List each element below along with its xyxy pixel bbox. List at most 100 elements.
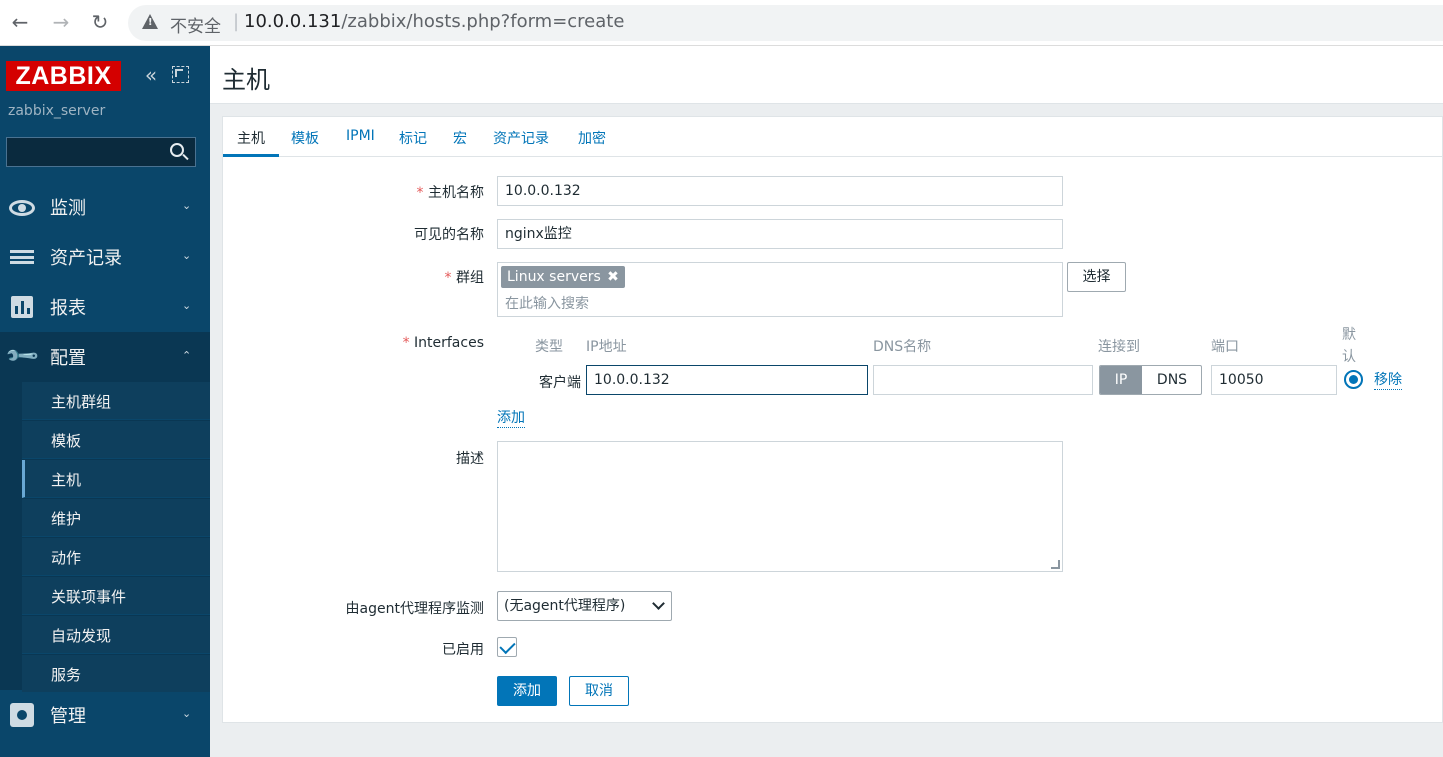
host-name-label: * 主机名称 bbox=[373, 182, 484, 202]
submenu-host-groups[interactable]: 主机群组 bbox=[22, 382, 210, 420]
list-icon bbox=[10, 250, 34, 264]
menu-monitoring[interactable]: 监测 ⌄ bbox=[0, 182, 210, 232]
submenu-discovery[interactable]: 自动发现 bbox=[22, 616, 210, 654]
default-interface-radio[interactable] bbox=[1344, 370, 1363, 389]
submenu-label: 服务 bbox=[51, 666, 82, 684]
remove-chip-icon[interactable]: ✖ bbox=[607, 266, 619, 288]
configuration-submenu: 主机群组 模板 主机 维护 动作 关联项事件 自动发现 服务 bbox=[0, 382, 210, 693]
chevron-down-icon: ⌄ bbox=[182, 199, 192, 212]
active-tab-indicator bbox=[223, 154, 279, 157]
iface-header-port: 端口 bbox=[1211, 339, 1239, 355]
menu-administration[interactable]: 管理 ⌄ bbox=[0, 690, 210, 740]
page-title: 主机 bbox=[222, 66, 270, 94]
tab-bar: 主机 模板 IPMI 标记 宏 资产记录 加密 bbox=[223, 117, 1443, 157]
warning-icon bbox=[142, 14, 158, 29]
select-groups-button[interactable]: 选择 bbox=[1067, 262, 1126, 292]
groups-search-input[interactable]: 在此输入搜索 bbox=[505, 293, 589, 313]
host-name-label-text: 主机名称 bbox=[428, 185, 484, 201]
groups-label-text: 群组 bbox=[456, 270, 484, 286]
chevron-up-icon: ⌃ bbox=[182, 349, 192, 362]
menu-configuration-label: 配置 bbox=[50, 348, 86, 369]
submenu-event-correlation[interactable]: 关联项事件 bbox=[22, 577, 210, 615]
submenu-hosts[interactable]: 主机 bbox=[22, 460, 210, 498]
server-name: zabbix_server bbox=[8, 103, 106, 119]
bar-chart-icon bbox=[11, 296, 33, 318]
groups-multiselect[interactable]: Linux servers ✖ 在此输入搜索 bbox=[497, 262, 1063, 317]
enabled-checkbox[interactable] bbox=[497, 637, 517, 657]
proxy-select[interactable]: (无agent代理程序) bbox=[497, 591, 672, 621]
sidebar: ZABBIX « zabbix_server 监测 ⌄ 资产记录 ⌄ 报表 ⌄ … bbox=[0, 46, 210, 757]
resize-grip-icon[interactable] bbox=[1051, 560, 1060, 569]
kiosk-mode-icon[interactable] bbox=[172, 66, 189, 83]
add-interface-link[interactable]: 添加 bbox=[497, 410, 525, 428]
gear-icon bbox=[10, 703, 34, 727]
iface-header-default-2: 认 bbox=[1342, 349, 1356, 365]
submenu-label: 自动发现 bbox=[51, 627, 112, 645]
proxy-select-value: (无agent代理程序) bbox=[504, 598, 626, 614]
tab-tags[interactable]: 标记 bbox=[399, 128, 427, 148]
required-mark: * bbox=[444, 270, 452, 286]
chevron-down-icon: ⌄ bbox=[182, 299, 192, 312]
tab-inventory[interactable]: 资产记录 bbox=[493, 128, 549, 148]
url-text[interactable]: 10.0.0.131/zabbix/hosts.php?form=create bbox=[244, 11, 624, 32]
url-path: /zabbix/hosts.php?form=create bbox=[341, 11, 625, 32]
description-label: 描述 bbox=[456, 451, 484, 467]
collapse-sidebar-icon[interactable]: « bbox=[140, 64, 162, 86]
chevron-down-icon: ⌄ bbox=[182, 249, 192, 262]
submenu-services[interactable]: 服务 bbox=[22, 655, 210, 693]
iface-type: 客户端 bbox=[539, 375, 581, 391]
chevron-down-icon: ⌄ bbox=[182, 707, 192, 720]
eye-icon bbox=[9, 200, 35, 216]
host-form-panel: 主机 模板 IPMI 标记 宏 资产记录 加密 * 主机名称 10.0.0.13… bbox=[222, 116, 1443, 723]
menu-inventory[interactable]: 资产记录 ⌄ bbox=[0, 232, 210, 282]
forward-arrow-icon[interactable]: → bbox=[47, 8, 75, 36]
search-icon[interactable] bbox=[170, 143, 184, 157]
group-chip: Linux servers ✖ bbox=[501, 266, 625, 288]
add-button[interactable]: 添加 bbox=[497, 676, 557, 706]
submenu-label: 主机 bbox=[51, 471, 82, 489]
host-name-input[interactable]: 10.0.0.132 bbox=[497, 176, 1063, 206]
iface-header-dns: DNS名称 bbox=[873, 339, 932, 355]
menu-reports[interactable]: 报表 ⌄ bbox=[0, 282, 210, 332]
visible-name-input[interactable]: nginx监控 bbox=[497, 219, 1063, 249]
wrench-icon: 🔧 bbox=[4, 337, 42, 376]
tab-encryption[interactable]: 加密 bbox=[578, 128, 606, 148]
address-bar[interactable]: 不安全 | 10.0.0.131/zabbix/hosts.php?form=c… bbox=[128, 5, 1443, 41]
chevron-down-icon bbox=[652, 597, 665, 610]
url-host: 10.0.0.131 bbox=[244, 11, 342, 32]
tab-ipmi[interactable]: IPMI bbox=[346, 128, 375, 144]
url-separator: | bbox=[233, 11, 240, 32]
remove-interface-link[interactable]: 移除 bbox=[1374, 372, 1402, 390]
cancel-button[interactable]: 取消 bbox=[569, 676, 629, 706]
description-textarea[interactable] bbox=[497, 441, 1063, 572]
back-arrow-icon[interactable]: ← bbox=[6, 8, 34, 36]
submenu-templates[interactable]: 模板 bbox=[22, 421, 210, 459]
submenu-actions[interactable]: 动作 bbox=[22, 538, 210, 576]
submenu-maintenance[interactable]: 维护 bbox=[22, 499, 210, 537]
connect-dns-option[interactable]: DNS bbox=[1142, 366, 1201, 394]
connect-to-toggle: IP DNS bbox=[1099, 365, 1202, 395]
required-mark: * bbox=[416, 185, 424, 201]
submenu-label: 维护 bbox=[51, 510, 82, 528]
groups-label: * 群组 bbox=[373, 267, 484, 287]
iface-header-ip: IP地址 bbox=[586, 339, 627, 355]
connect-ip-option[interactable]: IP bbox=[1100, 366, 1142, 394]
interfaces-label: * Interfaces bbox=[373, 335, 484, 351]
interfaces-label-text: Interfaces bbox=[414, 335, 484, 351]
iface-ip-input[interactable]: 10.0.0.132 bbox=[586, 365, 868, 395]
enabled-label: 已启用 bbox=[442, 642, 484, 658]
sidebar-search-input[interactable] bbox=[6, 137, 196, 167]
menu-configuration[interactable]: 🔧 配置 ⌃ bbox=[0, 332, 210, 382]
reload-icon[interactable]: ↻ bbox=[86, 8, 114, 36]
menu-administration-label: 管理 bbox=[50, 706, 86, 727]
iface-port-input[interactable]: 10050 bbox=[1211, 365, 1337, 395]
tab-macros[interactable]: 宏 bbox=[453, 128, 467, 148]
tab-templates[interactable]: 模板 bbox=[291, 128, 319, 148]
required-mark: * bbox=[402, 335, 410, 351]
iface-header-connect: 连接到 bbox=[1098, 339, 1140, 355]
iface-header-default-1: 默 bbox=[1342, 327, 1356, 343]
zabbix-logo[interactable]: ZABBIX bbox=[6, 61, 121, 91]
submenu-label: 模板 bbox=[51, 432, 82, 450]
tab-host[interactable]: 主机 bbox=[237, 128, 265, 148]
iface-dns-input[interactable] bbox=[873, 365, 1093, 395]
